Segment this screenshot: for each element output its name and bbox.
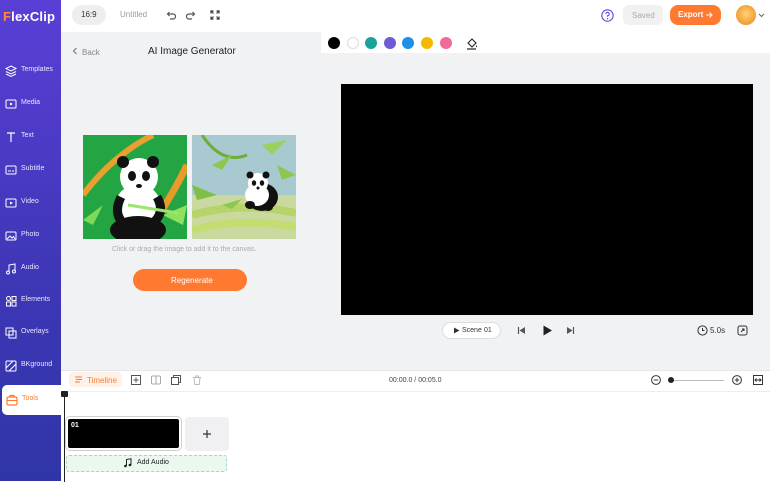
scene-duration[interactable]: 5.0s [710,326,725,335]
generated-image-2[interactable] [192,135,296,239]
regenerate-label: Regenerate [171,276,213,285]
sidebar-item-label: Tools [22,395,39,402]
split-icon[interactable] [151,375,161,385]
elements-icon [6,296,17,307]
drag-hint: Click or drag the image to add it to the… [112,246,257,253]
zoom-slider-handle[interactable] [668,377,674,383]
sidebar-item-label: Overlays [21,328,49,335]
timeline-ruler [61,391,770,392]
sidebar-item-text[interactable]: Text [0,122,61,152]
timeline-panel: Timeline 00:00.0 / 00:05.0 01 Add Audio [61,370,770,482]
skip-forward-icon[interactable] [566,326,575,335]
sidebar-item-label: Media [21,99,41,106]
scene-clip-number: 01 [71,422,79,429]
sidebar-item-video[interactable]: Video [0,188,61,218]
timeline-icon [75,376,82,383]
arrow-right-icon [706,12,713,18]
video-icon [5,198,17,208]
timeline-time: 00:00.0 / 00:05.0 [389,377,442,384]
fullscreen-icon[interactable] [209,9,221,21]
sidebar-item-templates[interactable]: Templates [0,56,61,86]
zoom-slider[interactable] [669,380,724,381]
playhead-handle[interactable] [61,391,68,397]
music-note-icon [124,458,132,468]
ai-image-generator-panel: Back AI Image Generator Click or drag th… [61,32,321,370]
overlays-icon [5,327,17,339]
play-button-icon[interactable] [542,325,553,336]
color-swatch-pink[interactable] [440,37,452,49]
playhead[interactable] [64,392,65,482]
redo-icon[interactable] [185,9,197,21]
expand-preview-icon[interactable] [737,325,748,336]
sidebar-item-tools[interactable]: Tools [2,385,61,415]
undo-icon[interactable] [165,9,177,21]
top-bar: 16:9 Untitled Saved Export [61,0,770,32]
sidebar-item-label: Audio [21,264,39,271]
sidebar: FlexClip Templates Media Text Subtitle V… [0,0,61,481]
paint-bucket-icon[interactable] [465,37,478,50]
add-audio-label: Add Audio [137,459,169,466]
sidebar-item-label: Video [21,198,39,205]
export-label: Export [678,10,704,19]
sidebar-item-label: Photo [21,231,40,238]
panel-title: AI Image Generator [148,46,236,57]
plus-icon [203,430,211,438]
avatar[interactable] [736,5,756,25]
generated-image-1[interactable] [83,135,187,239]
sidebar-item-label: Subtitle [21,165,45,172]
sidebar-item-photo[interactable]: Photo [0,221,61,251]
color-swatch-teal[interactable] [365,37,377,49]
play-icon [454,327,460,334]
sidebar-item-audio[interactable]: Audio [0,254,61,284]
color-swatch-purple[interactable] [384,37,396,49]
sidebar-item-label: Elements [21,296,51,303]
color-swatch-white[interactable] [347,37,359,49]
aspect-ratio-label: 16:9 [81,10,97,19]
background-icon [5,360,17,372]
help-icon[interactable] [601,9,614,22]
trash-icon[interactable] [192,375,202,385]
subtitle-icon [5,165,17,175]
zoom-in-icon[interactable] [732,375,742,385]
tools-icon [6,394,18,406]
color-swatch-blue[interactable] [402,37,414,49]
scene-number: 01 [484,327,492,334]
add-scene-icon[interactable] [131,375,141,385]
sidebar-item-overlays[interactable]: Overlays [0,318,61,348]
sidebar-item-label: BKground [21,361,53,368]
media-icon [5,99,17,109]
save-status: Saved [632,11,655,20]
back-button[interactable]: Back [82,48,100,57]
color-swatch-black[interactable] [328,37,340,49]
sidebar-item-label: Text [21,132,34,139]
sidebar-item-media[interactable]: Media [0,89,61,119]
scene-clip[interactable] [66,417,181,450]
color-bar [321,32,770,53]
project-title[interactable]: Untitled [120,10,147,19]
audio-icon [6,263,16,275]
chevron-left-icon[interactable] [71,47,79,55]
flexclip-logo[interactable]: FlexClip [3,9,59,27]
timeline-label: Timeline [87,376,117,385]
text-icon [7,132,15,142]
templates-icon [4,65,18,78]
chevron-down-icon[interactable] [758,12,765,19]
scene-label: Scene [462,327,482,334]
fit-timeline-icon[interactable] [753,375,763,385]
sidebar-item-elements[interactable]: Elements [0,286,61,316]
color-swatch-yellow[interactable] [421,37,433,49]
sidebar-item-background[interactable]: BKground [0,351,61,381]
zoom-out-icon[interactable] [651,375,661,385]
video-canvas[interactable] [341,84,753,315]
sidebar-item-label: Templates [21,66,53,73]
photo-icon [5,231,17,241]
sidebar-item-subtitle[interactable]: Subtitle [0,155,61,185]
clock-icon [697,325,708,336]
duplicate-icon[interactable] [171,375,181,385]
skip-back-icon[interactable] [517,326,526,335]
